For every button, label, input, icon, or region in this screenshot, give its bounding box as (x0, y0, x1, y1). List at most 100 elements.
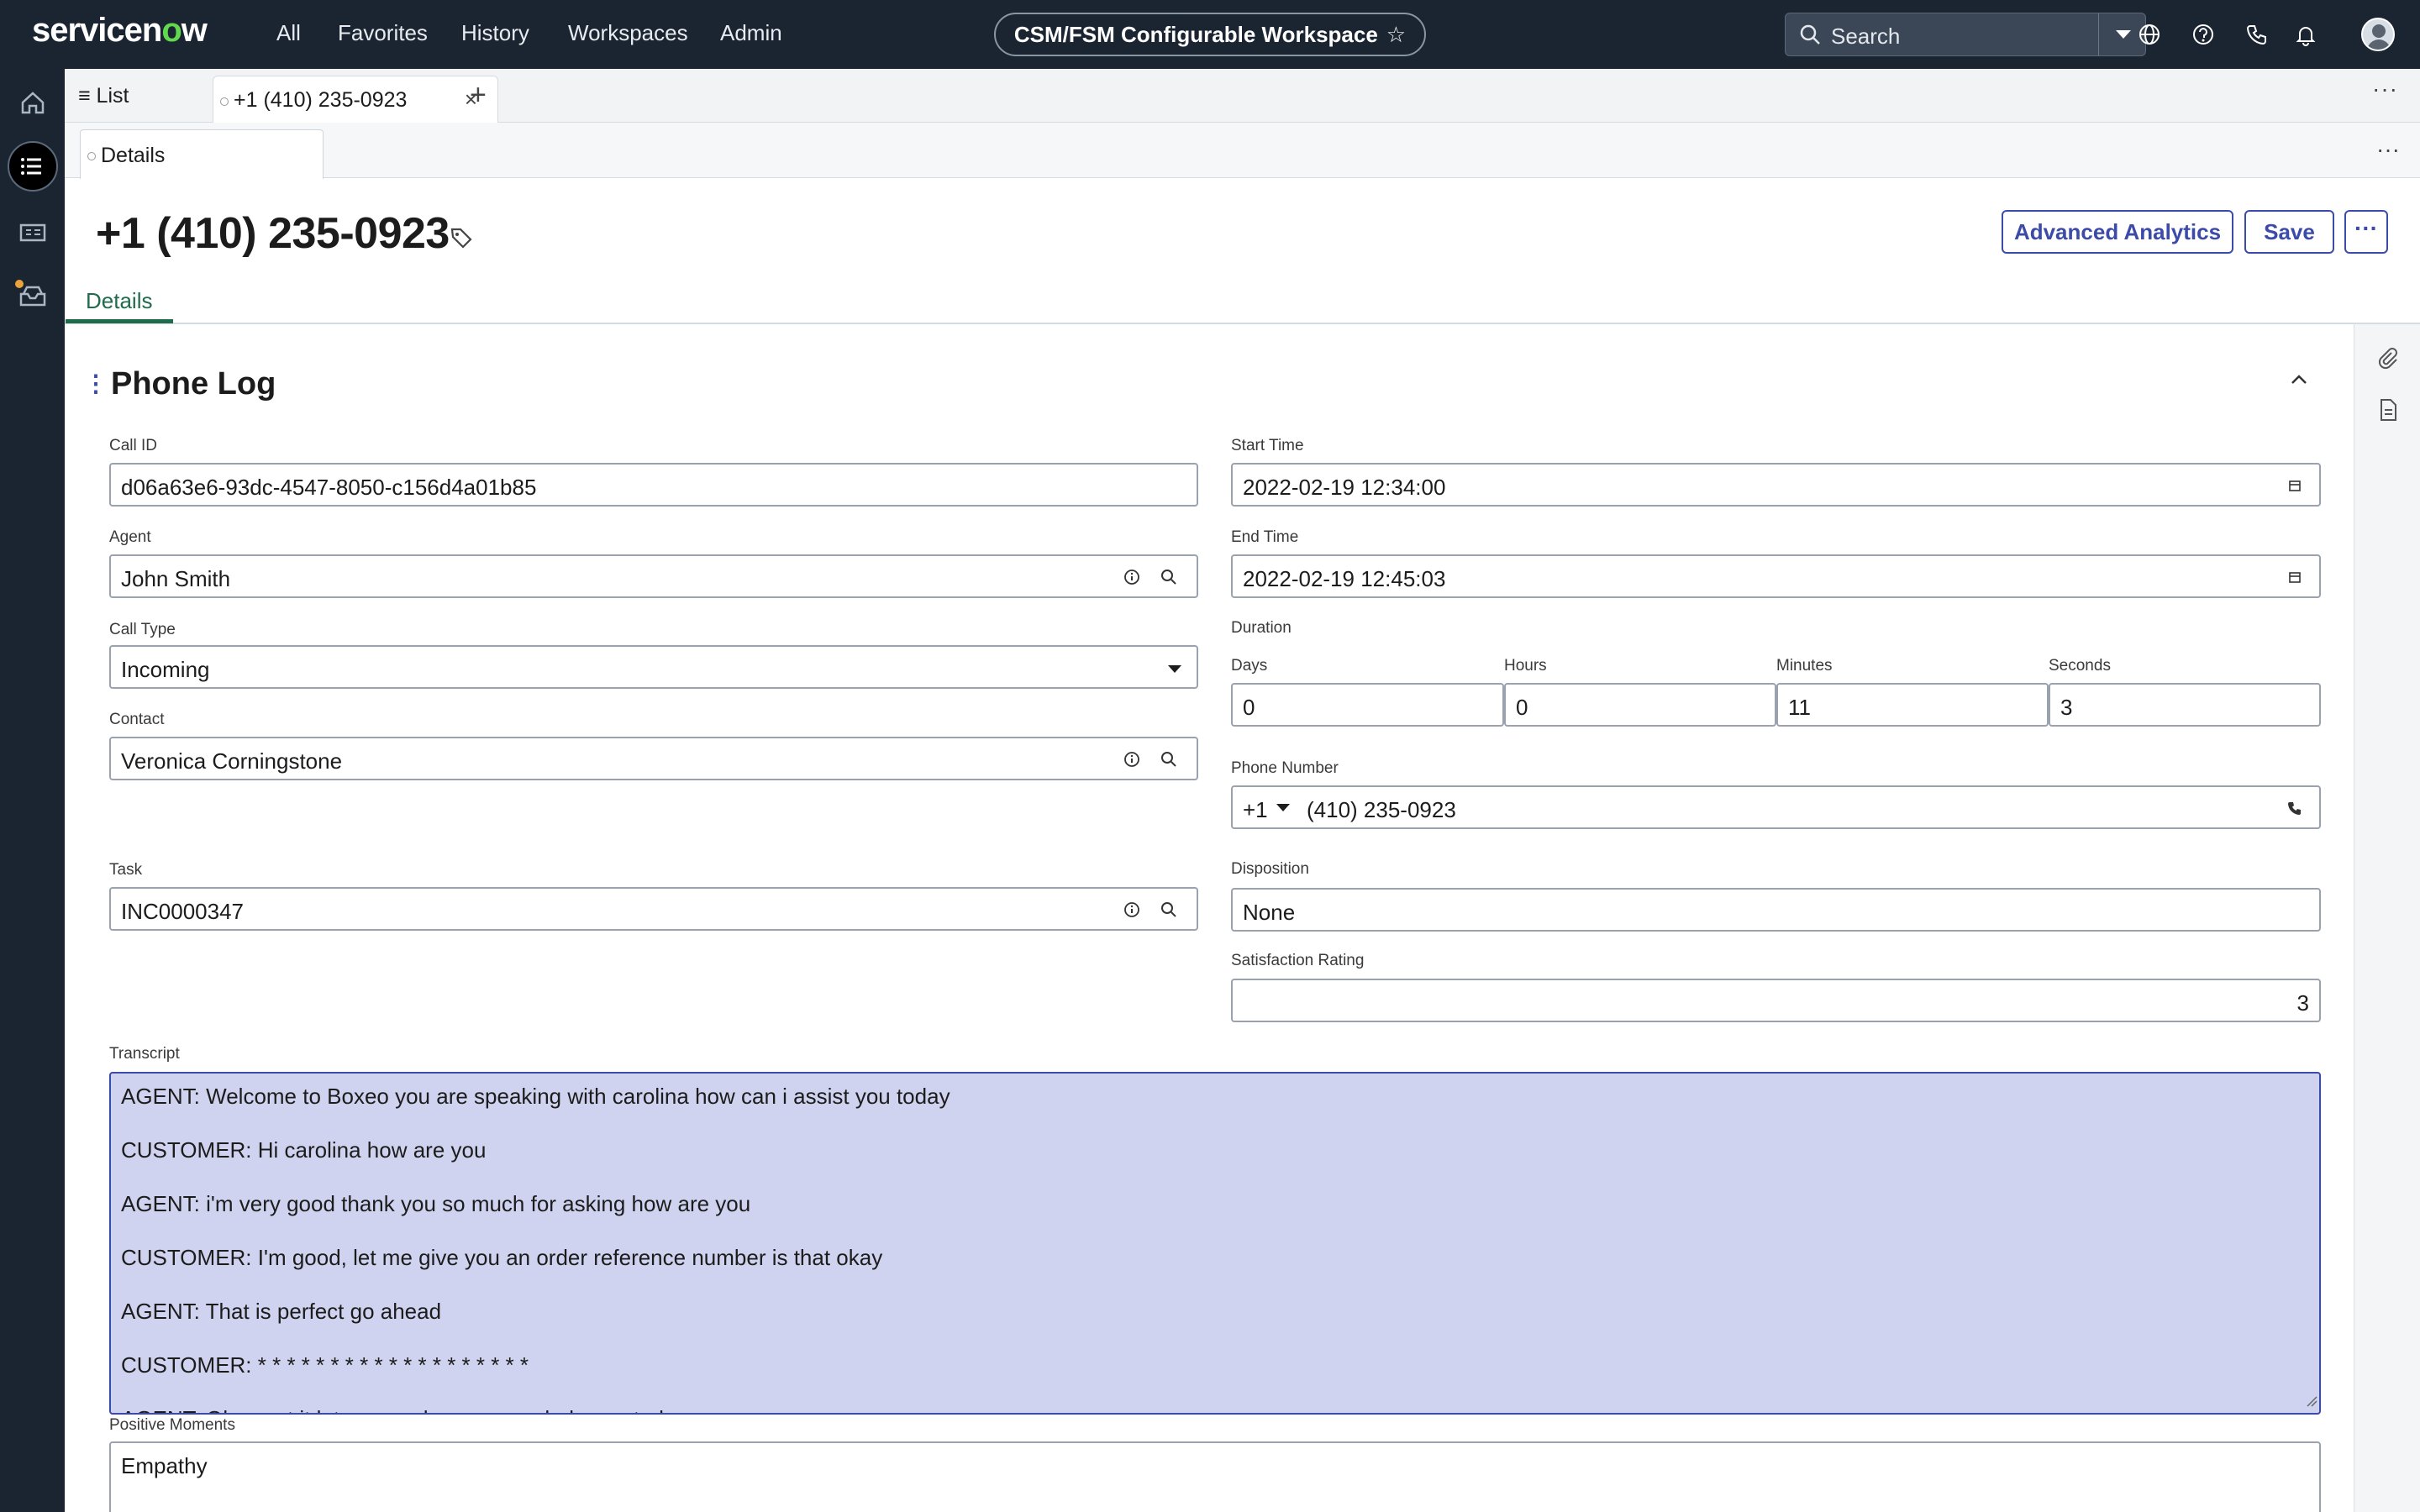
transcript-line: CUSTOMER: * * * * * * * * * * * * * * * … (121, 1352, 529, 1378)
tab-details[interactable]: Details (86, 288, 152, 314)
active-tab-indicator (66, 319, 173, 323)
duration-hours-field[interactable]: 0 (1504, 683, 1776, 727)
call-id-label: Call ID (109, 437, 158, 454)
info-icon[interactable] (1123, 900, 1141, 923)
duration-days-field[interactable]: 0 (1231, 683, 1504, 727)
start-time-field[interactable]: 2022-02-19 12:34:00 (1231, 463, 2321, 507)
search-icon (1799, 24, 1821, 50)
subtab-details[interactable]: Details (80, 129, 324, 179)
phone-number-field[interactable]: +1 (410) 235-0923 (1231, 785, 2321, 829)
task-label: Task (109, 861, 143, 879)
resize-handle-icon[interactable] (2304, 1394, 2317, 1411)
duration-seconds-label: Seconds (2049, 657, 2111, 675)
chevron-down-icon (2116, 30, 2131, 39)
search-icon[interactable] (1160, 750, 1178, 773)
info-icon[interactable] (1123, 568, 1141, 591)
servicenow-logo[interactable]: servicenow (32, 12, 208, 50)
calendar-icon[interactable] (2286, 476, 2304, 499)
workspace-label: CSM/FSM Configurable Workspace (1013, 22, 1378, 47)
phone-icon[interactable] (2244, 22, 2269, 47)
agent-label: Agent (109, 528, 151, 546)
loading-indicator-icon (87, 152, 96, 160)
positive-moments-field[interactable]: Empathy (109, 1441, 2321, 1512)
satisfaction-rating-field[interactable]: 3 (1231, 979, 2321, 1022)
transcript-line: CUSTOMER: Hi carolina how are you (121, 1137, 487, 1163)
start-time-label: Start Time (1231, 437, 1304, 454)
bell-icon[interactable] (2293, 22, 2318, 47)
chevron-down-icon (1276, 804, 1290, 811)
add-tab-button[interactable]: + (470, 79, 487, 112)
duration-days-label: Days (1231, 657, 1268, 675)
globe-icon[interactable] (2137, 22, 2162, 47)
agent-field[interactable]: John Smith (109, 554, 1198, 598)
right-utility-rail (2354, 324, 2420, 1512)
call-type-label: Call Type (109, 621, 176, 638)
phone-icon[interactable] (2286, 799, 2304, 822)
dashboard-icon[interactable] (8, 207, 58, 257)
duration-minutes-field[interactable]: 11 (1776, 683, 2049, 727)
transcript-line: AGENT: Welcome to Boxeo you are speaking… (121, 1084, 950, 1109)
list-icon[interactable] (8, 141, 58, 192)
disposition-field[interactable]: None (1231, 888, 2321, 932)
transcript-line: AGENT: That is perfect go ahead (121, 1299, 442, 1324)
paperclip-icon[interactable] (2376, 346, 2398, 375)
end-time-field[interactable]: 2022-02-19 12:45:03 (1231, 554, 2321, 598)
search-icon[interactable] (1160, 568, 1178, 591)
nav-favorites[interactable]: Favorites (338, 20, 428, 46)
transcript-label: Transcript (109, 1045, 180, 1063)
contact-field[interactable]: Veronica Corningstone (109, 737, 1198, 780)
page-title: +1 (410) 235-0923 (96, 209, 450, 258)
tab-record[interactable]: +1 (410) 235-0923 × (213, 76, 498, 123)
left-navigation-rail (0, 69, 65, 1512)
duration-minutes-label: Minutes (1776, 657, 1833, 675)
save-button[interactable]: Save (2244, 210, 2334, 254)
sub-tab-strip: Details ··· (65, 123, 2420, 179)
disposition-label: Disposition (1231, 860, 1309, 878)
transcript-line: AGENT: i'm very good thank you so much f… (121, 1191, 751, 1216)
calendar-icon[interactable] (2286, 568, 2304, 591)
drag-handle-icon[interactable]: ⋮ (84, 370, 108, 397)
chevron-up-icon[interactable] (2287, 368, 2311, 396)
tab-record-label: +1 (410) 235-0923 (234, 88, 408, 112)
global-search[interactable]: Search (1785, 13, 2146, 56)
nav-history[interactable]: History (461, 20, 529, 46)
country-code-select[interactable]: +1 (1243, 797, 1268, 823)
transcript-textarea[interactable]: AGENT: Welcome to Boxeo you are speaking… (109, 1072, 2321, 1415)
user-avatar[interactable] (2361, 18, 2395, 51)
workspace-tab-strip: ≡ List +1 (410) 235-0923 × + ··· (65, 69, 2420, 123)
transcript-line: AGENT: Okay got it let me see how we can… (121, 1406, 687, 1413)
tag-icon[interactable] (449, 225, 474, 255)
nav-workspaces[interactable]: Workspaces (568, 20, 688, 46)
top-navigation-bar: servicenow All Favorites History Workspa… (0, 0, 2420, 69)
section-title: Phone Log (111, 366, 276, 402)
document-icon[interactable] (2378, 398, 2398, 426)
duration-seconds-field[interactable]: 3 (2049, 683, 2321, 727)
call-type-select[interactable]: Incoming (109, 645, 1198, 689)
call-id-field[interactable]: d06a63e6-93dc-4547-8050-c156d4a01b85 (109, 463, 1198, 507)
search-icon[interactable] (1160, 900, 1178, 923)
contact-label: Contact (109, 711, 165, 728)
advanced-analytics-button[interactable]: Advanced Analytics (2002, 210, 2233, 254)
more-actions-button[interactable]: ··· (2344, 210, 2388, 254)
list-icon: ≡ (78, 84, 97, 108)
positive-moments-label: Positive Moments (109, 1416, 235, 1434)
task-field[interactable]: INC0000347 (109, 887, 1198, 931)
help-icon[interactable] (2191, 22, 2216, 47)
duration-hours-label: Hours (1504, 657, 1547, 675)
info-icon[interactable] (1123, 750, 1141, 773)
search-input[interactable]: Search (1831, 24, 1900, 50)
subtabs-more-button[interactable]: ··· (2376, 136, 2400, 163)
end-time-label: End Time (1231, 528, 1299, 546)
satisfaction-rating-label: Satisfaction Rating (1231, 952, 1365, 969)
inbox-icon[interactable] (8, 270, 58, 321)
star-icon[interactable]: ☆ (1386, 22, 1406, 47)
phone-number-label: Phone Number (1231, 759, 1339, 777)
workspace-selector[interactable]: CSM/FSM Configurable Workspace ☆ (994, 13, 1426, 56)
nav-all[interactable]: All (276, 20, 301, 46)
tab-list[interactable]: ≡ List (78, 84, 129, 108)
tabs-more-button[interactable]: ··· (2372, 76, 2398, 102)
home-icon[interactable] (8, 77, 58, 128)
nav-admin[interactable]: Admin (720, 20, 782, 46)
loading-indicator-icon (220, 97, 229, 106)
transcript-line: CUSTOMER: I'm good, let me give you an o… (121, 1245, 883, 1270)
